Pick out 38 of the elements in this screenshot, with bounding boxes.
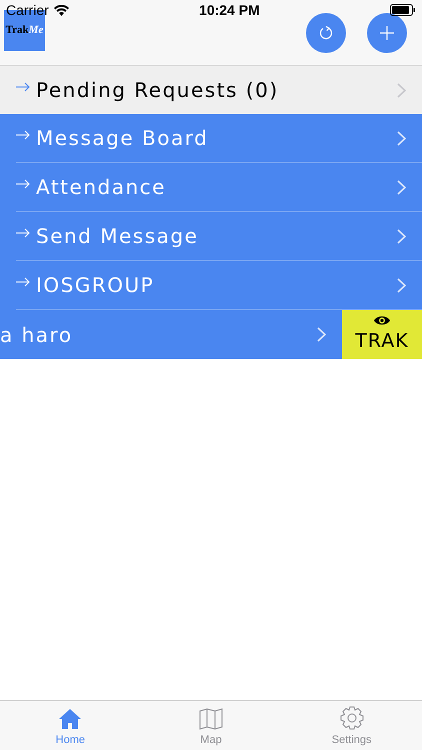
clock-time: 10:24 PM — [199, 0, 260, 20]
row-label: Attendance — [36, 174, 166, 201]
pending-requests-row[interactable]: Pending Requests (0) — [0, 66, 422, 114]
trak-button[interactable]: TRAK — [342, 310, 422, 359]
battery-icon — [390, 4, 416, 16]
row-label: Send Message — [36, 223, 198, 250]
refresh-button[interactable] — [306, 13, 346, 53]
chevron-icon — [397, 82, 406, 98]
group-row[interactable]: IOSGROUP — [0, 261, 422, 310]
chevron-icon — [397, 278, 406, 292]
plus-icon — [380, 26, 394, 40]
arrow-icon — [16, 179, 30, 189]
refresh-icon — [319, 26, 333, 40]
chevron-icon — [317, 327, 326, 342]
group-row[interactable]: Message Board — [0, 114, 422, 163]
row-label: IOSGROUP — [36, 272, 154, 299]
row-label: a haro — [0, 322, 73, 348]
tab-bar-item[interactable]: Home — [0, 701, 141, 750]
arrow-icon — [16, 277, 30, 287]
chevron-icon — [397, 180, 406, 194]
arrow-icon — [16, 82, 30, 92]
arrow-icon — [16, 228, 30, 238]
wifi-icon — [54, 4, 69, 16]
tab-bar-item[interactable]: Map — [140, 701, 282, 750]
add-button[interactable] — [367, 13, 407, 53]
map-icon — [199, 708, 223, 730]
house-icon — [58, 708, 82, 730]
row-label: Message Board — [36, 125, 208, 152]
tab-bar-item[interactable]: Settings — [281, 701, 422, 750]
chevron-icon — [397, 228, 406, 244]
chevron-icon — [397, 130, 406, 146]
arrow-icon — [16, 130, 30, 140]
gear-icon — [340, 706, 364, 730]
eye-icon — [373, 315, 391, 326]
group-row[interactable]: Send Message — [0, 212, 422, 261]
group-row[interactable]: Attendance — [0, 163, 422, 212]
group-row[interactable]: a haro — [0, 310, 342, 359]
row-label: Pending Requests (0) — [36, 77, 279, 104]
